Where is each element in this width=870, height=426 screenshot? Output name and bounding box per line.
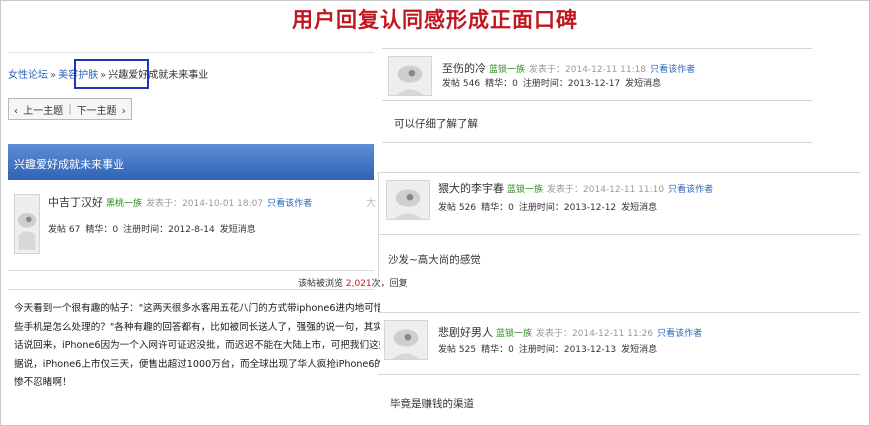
only-author-link[interactable]: 只看该作者	[668, 185, 713, 195]
reply-user-rank: 蓝锁一族	[489, 65, 526, 75]
post-content: 今天看到一个很有趣的帖子："这两天很多水客用五花八门的方式带iphone6进内地…	[14, 300, 380, 393]
posts-label: 发帖	[438, 203, 457, 213]
only-author-link[interactable]: 只看该作者	[650, 65, 695, 75]
reg-label: 注册时间：	[518, 203, 564, 213]
reg-date: 2013-12-12	[563, 203, 617, 213]
next-thread-label: 下一主题	[76, 105, 117, 117]
posts-count: 526	[458, 203, 477, 213]
send-message-link[interactable]: 发短消息	[220, 225, 256, 235]
author-stats: 发帖 67 精华：0 注册时间：2012-8-14 发短消息	[48, 222, 256, 235]
reg-label: 注册时间：	[522, 79, 568, 89]
post-line: 惨不忍睹啊！	[14, 377, 72, 389]
reply-user-name[interactable]: 至伤的冷	[442, 62, 486, 75]
reg-label: 注册时间：	[518, 345, 564, 355]
author-rank: 黑桃一族	[106, 199, 143, 209]
divider	[8, 270, 374, 271]
default-avatar-icon	[389, 57, 431, 95]
posts-label: 发帖	[48, 225, 67, 235]
essence-count: 0	[112, 225, 119, 235]
default-avatar-icon	[387, 181, 429, 219]
reply-avatar[interactable]	[384, 320, 428, 360]
divider	[8, 52, 374, 53]
reply-user-stats: 发帖 526 精华：0 注册时间：2013-12-12 发短消息	[438, 200, 657, 213]
page-title: 用户回复认同感形成正面口碑	[292, 7, 578, 32]
reply-user-info: 至伤的冷 蓝锁一族 发表于：2014-12-11 11:18 只看该作者	[442, 60, 695, 76]
reply-content: 可以仔细了解了解	[394, 118, 478, 130]
breadcrumb-separator: »	[50, 70, 57, 81]
reply-user-info: 猥大的李宇春 蓝锁一族 发表于：2014-12-11 11:10 只看该作者	[438, 180, 713, 196]
post-time: 发表于：2014-10-01 18:07	[146, 199, 264, 209]
reply-user-name[interactable]: 悲剧好男人	[438, 326, 493, 339]
post-line: 话说回来，iPhone6因为一个入网许可证迟没批，而迟迟不能在大陆上市，可把我们…	[14, 340, 380, 352]
reg-date: 2013-12-13	[563, 345, 617, 355]
thread-title-bar: 兴趣爱好成就未来事业	[8, 144, 374, 180]
reply-avatar[interactable]	[386, 180, 430, 220]
default-avatar-icon	[15, 196, 39, 252]
essence-count: 0	[508, 203, 514, 213]
reply-user-rank: 蓝锁一族	[507, 185, 544, 195]
reg-label: 注册时间：	[123, 225, 169, 235]
views-prefix: 该帖被浏览	[298, 279, 344, 289]
essence-count: 0	[512, 79, 518, 89]
divider	[382, 142, 812, 143]
send-message-link[interactable]: 发短消息	[625, 79, 661, 89]
essence-label: 精华：	[481, 345, 509, 355]
divider	[382, 48, 812, 49]
author-name[interactable]: 中吉丁汉好	[48, 196, 103, 209]
author-avatar[interactable]	[14, 194, 40, 254]
posts-label: 发帖	[438, 345, 457, 355]
only-author-link[interactable]: 只看该作者	[267, 199, 312, 209]
reg-date: 2012-8-14	[168, 225, 215, 235]
divider	[382, 100, 812, 101]
breadcrumb-item-forum[interactable]: 女性论坛	[8, 70, 48, 81]
post-line: 据说，iPhone6上市仅三天，便售出超过1000万台，而全球出现了华人疯抢iP…	[14, 358, 380, 370]
essence-label: 精华：	[481, 203, 509, 213]
posts-label: 发帖	[442, 79, 461, 89]
only-author-link[interactable]: 只看该作者	[657, 329, 702, 339]
reply-user-stats: 发帖 546 精华：0 注册时间：2013-12-17 发短消息	[442, 76, 661, 89]
divider	[8, 289, 374, 290]
reply-user-rank: 蓝锁一族	[496, 329, 533, 339]
essence-label: 精华：	[85, 225, 113, 235]
author-info: 中吉丁汉好 黑桃一族 发表于：2014-10-01 18:07 只看该作者	[48, 194, 312, 210]
cutoff-text: 大	[366, 198, 376, 209]
prev-thread-link[interactable]: ‹ 上一主题	[12, 102, 67, 117]
posts-count: 546	[462, 79, 481, 89]
divider	[378, 172, 379, 278]
essence-count: 0	[508, 345, 514, 355]
highlight-box	[74, 59, 149, 89]
divider	[378, 172, 860, 173]
prev-thread-label: 上一主题	[23, 105, 64, 117]
views-suffix: 回复	[389, 279, 408, 289]
essence-label: 精华：	[485, 79, 513, 89]
reply-avatar[interactable]	[388, 56, 432, 96]
posts-count: 67	[68, 225, 81, 235]
divider	[378, 234, 860, 235]
divider	[378, 374, 860, 375]
send-message-link[interactable]: 发短消息	[621, 345, 657, 355]
views-number: 2,021	[345, 279, 372, 289]
views-mid: 次，	[371, 279, 390, 289]
reply-time: 发表于：2014-12-11 11:10	[547, 185, 665, 195]
reply-content: 毕竟是赚钱的渠道	[390, 398, 474, 410]
view-count: 该帖被浏览 2,021次，回复	[298, 276, 408, 289]
reply-user-stats: 发帖 525 精华：0 注册时间：2013-12-13 发短消息	[438, 342, 657, 355]
reply-time: 发表于：2014-12-11 11:18	[529, 65, 647, 75]
default-avatar-icon	[385, 321, 427, 359]
reg-date: 2013-12-17	[567, 79, 621, 89]
next-thread-link[interactable]: 下一主题 ›	[73, 102, 128, 117]
reply-user-name[interactable]: 猥大的李宇春	[438, 182, 504, 195]
posts-count: 525	[458, 345, 477, 355]
divider	[378, 312, 860, 313]
post-line: 今天看到一个很有趣的帖子："这两天很多水客用五花八门的方式带iphone6进内地…	[14, 303, 380, 314]
thread-pager: ‹ 上一主题 | 下一主题 ›	[8, 98, 132, 120]
post-line: 些手机是怎么处理的？"各种有趣的回答都有，比如被同长送人了，强强的说一句，其实，…	[14, 321, 380, 333]
reply-time: 发表于：2014-12-11 11:26	[536, 329, 654, 339]
send-message-link[interactable]: 发短消息	[621, 203, 657, 213]
reply-content: 沙发~高大尚的感觉	[388, 254, 481, 266]
reply-user-info: 悲剧好男人 蓝锁一族 发表于：2014-12-11 11:26 只看该作者	[438, 324, 702, 340]
